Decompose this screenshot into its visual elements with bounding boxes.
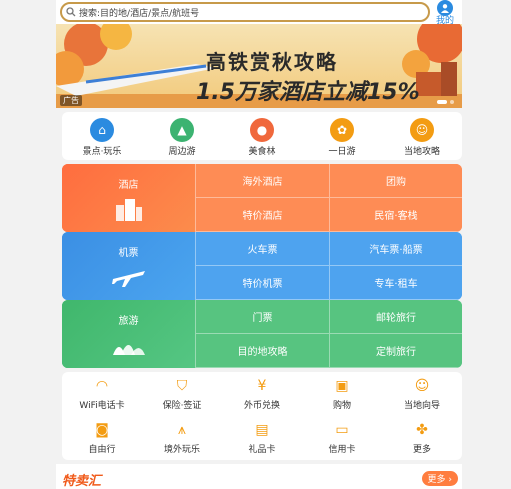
hotel-button[interactable]: 酒店 — [62, 164, 195, 232]
service-wifi[interactable]: ◠ WiFi电话卡 — [62, 372, 142, 416]
service-more[interactable]: ✤ 更多 — [382, 416, 462, 460]
tour-button[interactable]: 旅游 — [62, 300, 195, 368]
quick-link-label: 当地攻略 — [403, 147, 440, 157]
guide-icon: ☺ — [410, 118, 434, 142]
eiffel-icon: ⩚ — [178, 422, 186, 438]
mountain-icon: ▲ — [170, 118, 194, 142]
quick-links: ⌂ 景点·玩乐 ▲ 周边游 ● 美食林 ✿ 一日游 ☺ 当地攻略 — [62, 112, 462, 160]
special-flight-button[interactable]: 特价机票 — [195, 266, 329, 300]
train-ticket-button[interactable]: 火车票 — [195, 232, 329, 266]
group-buy-button[interactable]: 团购 — [329, 164, 462, 198]
destination-guide-button[interactable]: 目的地攻略 — [195, 334, 329, 368]
tickets-button[interactable]: 门票 — [195, 300, 329, 334]
service-label: 外币兑换 — [243, 401, 280, 411]
overseas-hotel-button[interactable]: 海外酒店 — [195, 164, 329, 198]
service-gift-card[interactable]: ▤ 礼品卡 — [222, 416, 302, 460]
special-sale-section: 特卖汇 更多 › — [56, 464, 462, 489]
banner-title: 高铁赏秋攻略 — [206, 50, 338, 74]
landmark-icon: ⌂ — [90, 118, 114, 142]
service-label: 境外玩乐 — [163, 445, 200, 455]
car-rental-button[interactable]: 专车·租车 — [329, 266, 462, 300]
search-placeholder: 搜索:目的地/酒店/景点/航班号 — [79, 8, 200, 19]
credit-card-icon: ▭ — [335, 422, 349, 438]
service-currency[interactable]: ¥ 外币兑换 — [222, 372, 302, 416]
search-input[interactable]: 搜索:目的地/酒店/景点/航班号 — [60, 2, 430, 22]
more-label: 更多 — [427, 475, 446, 485]
service-label: 购物 — [332, 401, 351, 411]
tour-label: 旅游 — [118, 315, 139, 327]
currency-icon: ¥ — [257, 378, 267, 394]
service-local-guide[interactable]: ☺ 当地向导 — [382, 372, 462, 416]
custom-tour-button[interactable]: 定制旅行 — [329, 334, 462, 368]
wifi-icon: ◠ — [95, 378, 109, 394]
hotel-grid: 酒店 海外酒店 团购 特价酒店 民宿·客栈 — [62, 164, 462, 232]
quick-link-label: 周边游 — [168, 147, 196, 157]
more-button[interactable]: 更多 › — [421, 471, 458, 486]
service-label: WiFi电话卡 — [79, 401, 125, 411]
bus-ship-ticket-button[interactable]: 汽车票·船票 — [329, 232, 462, 266]
profile-button[interactable]: 我的 — [432, 0, 458, 26]
service-independent[interactable]: ◙ 自由行 — [62, 416, 142, 460]
carousel-dot[interactable] — [450, 100, 454, 104]
quick-link-attractions[interactable]: ⌂ 景点·玩乐 — [62, 112, 142, 160]
shopping-bag-icon: ▣ — [335, 378, 349, 394]
service-overseas-fun[interactable]: ⩚ 境外玩乐 — [142, 416, 222, 460]
airplane-icon — [111, 270, 145, 287]
avatar-icon — [437, 0, 453, 16]
shield-icon: ⛉ — [176, 378, 188, 394]
quick-link-local-guide[interactable]: ☺ 当地攻略 — [382, 112, 462, 160]
quick-link-label: 一日游 — [328, 147, 356, 157]
more-icon: ✤ — [416, 422, 428, 438]
promo-banner[interactable]: 高铁赏秋攻略 1.5万家酒店立减15% 广告 — [56, 24, 462, 108]
flight-button[interactable]: 机票 — [62, 232, 195, 300]
service-credit-card[interactable]: ▭ 信用卡 — [302, 416, 382, 460]
quick-link-label: 景点·玩乐 — [82, 147, 122, 157]
opera-house-icon — [112, 344, 145, 355]
hotel-label: 酒店 — [118, 179, 139, 191]
service-label: 当地向导 — [403, 401, 440, 411]
quick-link-food[interactable]: ● 美食林 — [222, 112, 302, 160]
sun-icon: ✿ — [330, 118, 354, 142]
backpack-icon: ◙ — [95, 422, 109, 438]
quick-link-label: 美食林 — [248, 147, 276, 157]
service-label: 礼品卡 — [248, 445, 276, 455]
guide-icon: ☺ — [414, 378, 430, 394]
special-hotel-button[interactable]: 特价酒店 — [195, 198, 329, 232]
tour-grid: 旅游 门票 邮轮旅行 目的地攻略 定制旅行 — [62, 300, 462, 368]
ad-tag: 广告 — [60, 95, 82, 106]
top-bar: 搜索:目的地/酒店/景点/航班号 我的 — [56, 0, 462, 26]
carousel-dot[interactable] — [437, 100, 447, 104]
special-sale-title: 特卖汇 — [62, 474, 102, 489]
service-label: 信用卡 — [328, 445, 356, 455]
service-shopping[interactable]: ▣ 购物 — [302, 372, 382, 416]
banner-subtitle: 1.5万家酒店立减15% — [196, 80, 420, 105]
flight-label: 机票 — [118, 247, 139, 259]
quick-link-nearby[interactable]: ▲ 周边游 — [142, 112, 222, 160]
quick-link-day-tour[interactable]: ✿ 一日游 — [302, 112, 382, 160]
service-label: 更多 — [412, 445, 431, 455]
transport-grid: 机票 火车票 汽车票·船票 特价机票 专车·租车 — [62, 232, 462, 300]
cruise-button[interactable]: 邮轮旅行 — [329, 300, 462, 334]
carousel-dots[interactable] — [437, 100, 454, 104]
hotel-building-icon — [115, 198, 142, 221]
search-icon — [66, 7, 76, 17]
services-grid: ◠ WiFi电话卡 ⛉ 保险·签证 ¥ 外币兑换 ▣ 购物 ☺ 当地向导 ◙ 自… — [62, 372, 462, 460]
gift-card-icon: ▤ — [255, 422, 269, 438]
service-insurance[interactable]: ⛉ 保险·签证 — [142, 372, 222, 416]
service-label: 保险·签证 — [162, 401, 202, 411]
service-label: 自由行 — [88, 445, 116, 455]
food-icon: ● — [250, 118, 274, 142]
homestay-button[interactable]: 民宿·客栈 — [329, 198, 462, 232]
